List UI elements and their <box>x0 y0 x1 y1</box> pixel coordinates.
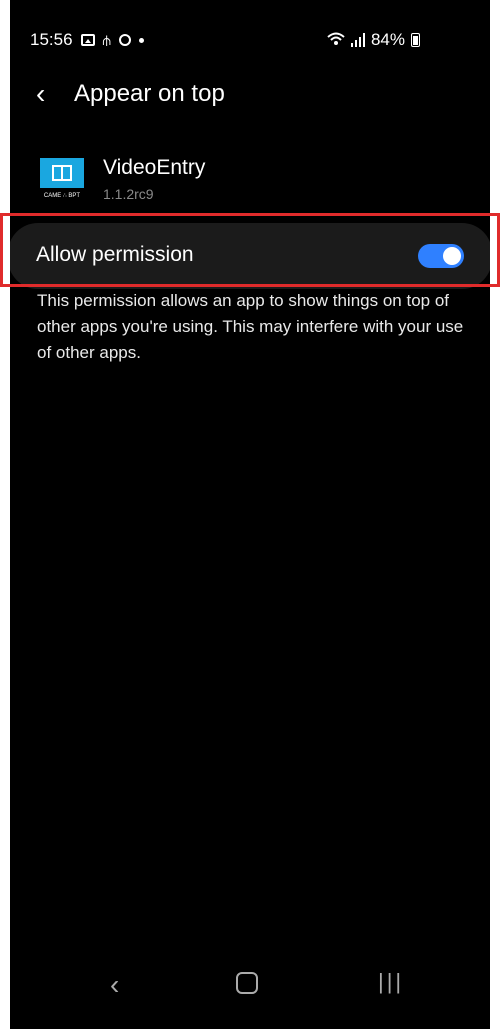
header: ‹ Appear on top <box>10 78 490 114</box>
image-icon <box>80 34 95 46</box>
app-icon-panel <box>52 165 72 181</box>
usb-icon: ⫛ <box>102 31 111 48</box>
circle-icon <box>118 34 131 46</box>
app-info: CAME ∴ BPT VideoEntry 1.1.2rc9 <box>40 156 480 206</box>
battery-icon <box>411 33 420 47</box>
allow-permission-label: Allow permission <box>36 243 194 266</box>
page-title: Appear on top <box>74 80 225 107</box>
status-right: 84% <box>327 30 420 50</box>
nav-bar: ‹ ||| <box>10 969 490 1029</box>
allow-permission-row[interactable]: Allow permission <box>10 223 490 289</box>
toggle-knob <box>443 247 461 265</box>
status-time: 15:56 <box>30 30 73 49</box>
nav-back-button[interactable]: ‹ <box>110 969 119 1000</box>
permission-description: This permission allows an app to show th… <box>37 291 464 362</box>
app-icon: CAME ∴ BPT <box>40 158 84 202</box>
app-name: VideoEntry <box>103 156 206 179</box>
app-icon-label: CAME ∴ BPT <box>40 188 84 202</box>
wifi-icon <box>327 32 345 49</box>
signal-icon <box>350 33 365 47</box>
battery-percent: 84% <box>370 30 405 49</box>
back-icon[interactable]: ‹ <box>36 78 45 110</box>
allow-permission-toggle[interactable] <box>418 244 464 268</box>
app-version: 1.1.2rc9 <box>103 186 154 202</box>
status-left: 15:56 ⫛ <box>30 30 144 50</box>
app-icon-top <box>40 158 84 188</box>
dot-icon <box>138 37 144 43</box>
phone-screen: 15:56 ⫛ 84% ‹ Appear on top CAME ∴ BPT V… <box>10 0 490 1029</box>
status-bar: 15:56 ⫛ 84% <box>10 30 490 54</box>
nav-recents-button[interactable]: ||| <box>378 969 404 999</box>
nav-home-button[interactable] <box>236 972 258 994</box>
